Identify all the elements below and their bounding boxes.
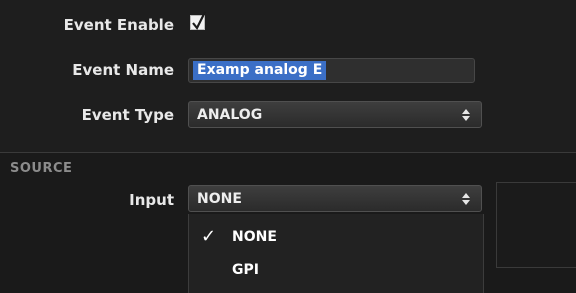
checkmark-icon <box>192 11 206 31</box>
input-select[interactable]: NONE <box>188 185 482 212</box>
event-type-label: Event Type <box>81 106 174 124</box>
source-preview-box <box>496 182 576 268</box>
input-label: Input <box>129 191 174 209</box>
source-section-label: SOURCE <box>10 161 73 176</box>
event-name-label: Event Name <box>72 61 174 79</box>
dropdown-option-label: GPI <box>232 262 259 278</box>
up-down-arrows-icon <box>462 193 470 205</box>
input-select-value: NONE <box>197 191 242 207</box>
dropdown-option-none[interactable]: ✓ NONE <box>189 222 483 252</box>
up-down-arrows-icon <box>462 109 470 121</box>
event-name-value: Examp analog E <box>193 61 327 80</box>
dropdown-option-label: NONE <box>232 229 277 245</box>
event-settings-panel: Event Enable Event Name Examp analog E E… <box>0 0 576 152</box>
event-type-select[interactable]: ANALOG <box>188 101 482 128</box>
event-enable-checkbox[interactable] <box>190 11 206 31</box>
event-type-value: ANALOG <box>197 107 263 123</box>
input-dropdown-menu: ✓ NONE GPI <box>188 214 484 293</box>
dropdown-option-gpi[interactable]: GPI <box>189 255 483 285</box>
event-name-input[interactable]: Examp analog E <box>188 58 475 83</box>
event-enable-label: Event Enable <box>63 16 174 34</box>
checkmark-icon: ✓ <box>201 226 217 247</box>
